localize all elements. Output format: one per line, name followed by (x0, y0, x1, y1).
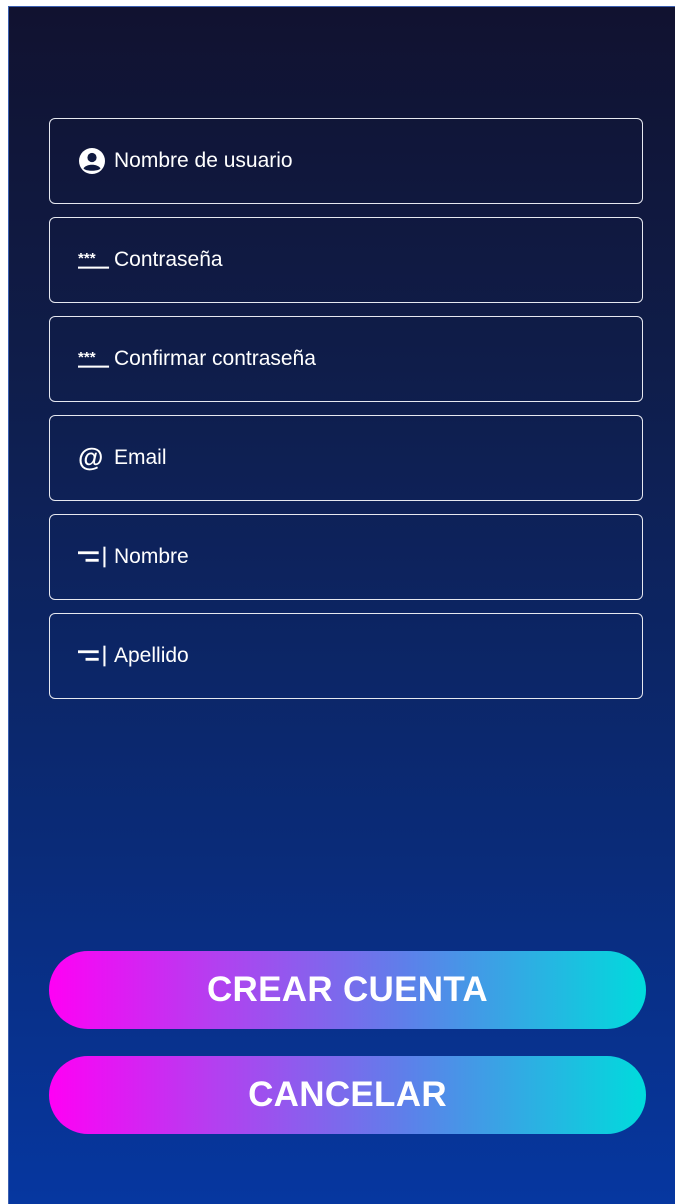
svg-text:***: *** (78, 349, 96, 366)
create-account-button[interactable]: CREAR CUENTA (49, 951, 646, 1029)
confirm-password-placeholder: Confirmar contraseña (114, 347, 316, 370)
last-name-field[interactable]: Apellido (49, 613, 643, 699)
confirm-password-field[interactable]: *** Confirmar contraseña (49, 316, 643, 402)
svg-text:***: *** (78, 250, 96, 267)
at-sign-icon: @ (78, 444, 110, 472)
svg-text:@: @ (78, 444, 103, 472)
last-name-placeholder: Apellido (114, 644, 189, 667)
account-circle-icon (78, 147, 110, 175)
cancel-button[interactable]: CANCELAR (49, 1056, 646, 1134)
password-icon: *** (78, 246, 110, 274)
password-placeholder: Contraseña (114, 248, 223, 271)
text-cursor-icon (78, 543, 110, 571)
password-icon: *** (78, 345, 110, 373)
username-field[interactable]: Nombre de usuario (49, 118, 643, 204)
text-cursor-icon (78, 642, 110, 670)
username-placeholder: Nombre de usuario (114, 149, 293, 172)
first-name-field[interactable]: Nombre (49, 514, 643, 600)
password-field[interactable]: *** Contraseña (49, 217, 643, 303)
email-placeholder: Email (114, 446, 167, 469)
first-name-placeholder: Nombre (114, 545, 189, 568)
register-screen: Nombre de usuario *** Contraseña *** Con… (8, 6, 675, 1204)
email-field[interactable]: @ Email (49, 415, 643, 501)
